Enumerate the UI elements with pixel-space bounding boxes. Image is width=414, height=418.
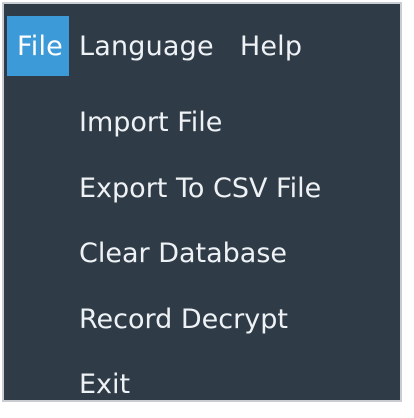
menu-bar: File Language Help [4, 16, 400, 76]
menu-item-export-csv[interactable]: Export To CSV File [4, 156, 400, 222]
menu-language[interactable]: Language [69, 16, 232, 76]
menu-help[interactable]: Help [232, 16, 310, 76]
menu-item-import-file[interactable]: Import File [4, 90, 400, 156]
menu-item-record-decrypt[interactable]: Record Decrypt [4, 287, 400, 353]
file-dropdown-menu: Import File Export To CSV File Clear Dat… [4, 90, 400, 418]
menu-item-exit[interactable]: Exit [4, 352, 400, 418]
menu-file[interactable]: File [7, 16, 69, 76]
menu-window: File Language Help Import File Export To… [2, 2, 402, 402]
menu-item-clear-database[interactable]: Clear Database [4, 221, 400, 287]
